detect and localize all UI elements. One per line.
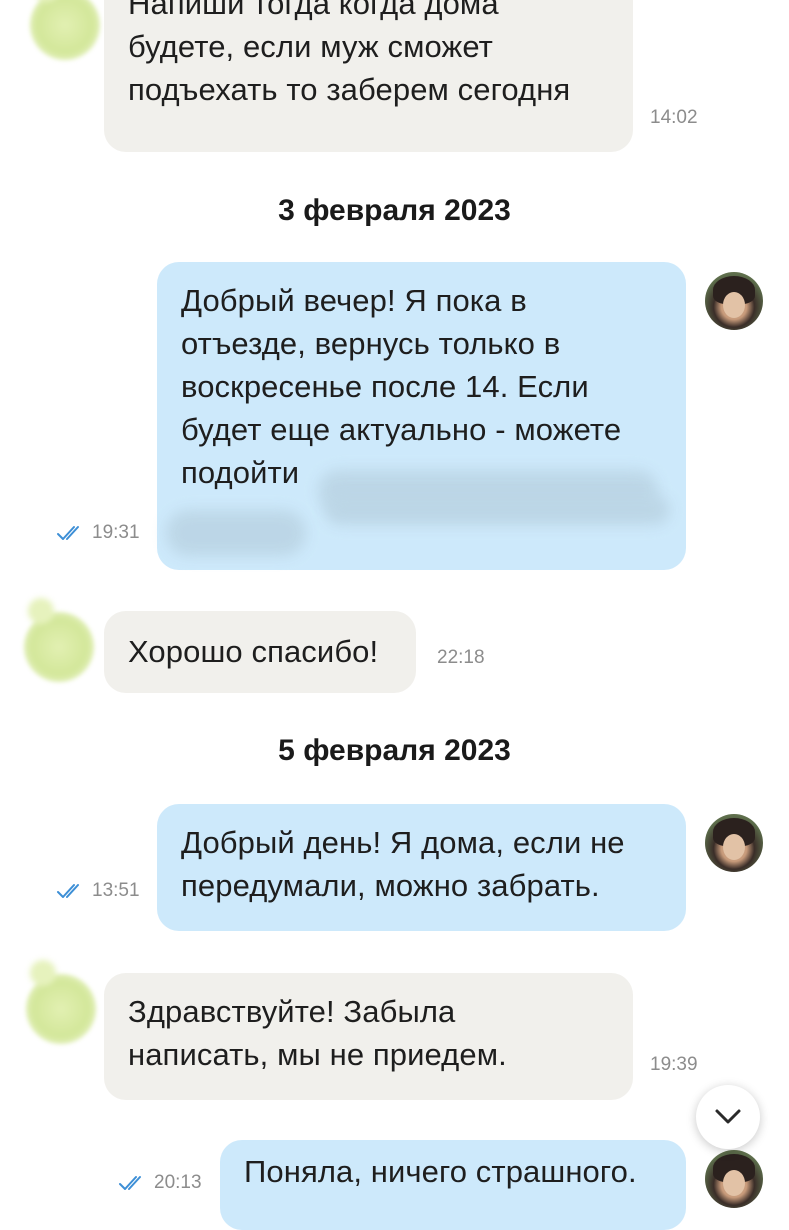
message-text: Напиши тогда когда дома будете, если муж … <box>128 0 570 111</box>
message-line: Добрый вечер! Я пока в <box>181 283 527 318</box>
message-line: подъехать то заберем сегодня <box>128 72 571 107</box>
read-receipt-icon <box>57 526 79 540</box>
message-line: Хорошо спасибо! <box>128 634 379 669</box>
message-text: Хорошо спасибо! <box>128 630 378 673</box>
avatar-face <box>723 834 745 860</box>
contact-avatar[interactable] <box>24 612 94 682</box>
chevron-down-icon <box>715 1109 741 1124</box>
message-line: воскресенье после 14. Если <box>181 369 589 404</box>
message-time: 19:39 <box>650 1054 698 1075</box>
message-status: 13:51 <box>56 880 140 902</box>
message-time: 13:51 <box>92 880 140 901</box>
message-text: Добрый вечер! Я пока в отъезде, вернусь т… <box>181 279 621 494</box>
own-avatar[interactable] <box>705 814 763 872</box>
message-line: будет еще актуально - можете <box>181 412 622 447</box>
message-text: Поняла, ничего страшного. <box>244 1150 637 1193</box>
read-receipt-icon <box>57 884 79 898</box>
avatar-face <box>723 292 745 318</box>
own-avatar[interactable] <box>705 272 763 330</box>
message-line: передумали, можно забрать. <box>181 868 600 903</box>
message-time: 19:31 <box>92 522 140 543</box>
contact-avatar[interactable] <box>26 974 96 1044</box>
message-line: отъезде, вернусь только в <box>181 326 561 361</box>
message-line: Поняла, ничего страшного. <box>244 1154 637 1189</box>
message-text: Здравствуйте! Забыла написать, мы не прие… <box>128 990 507 1076</box>
message-time: 20:13 <box>154 1172 202 1193</box>
message-time: 14:02 <box>650 107 698 128</box>
message-line: Здравствуйте! Забыла <box>128 994 456 1029</box>
message-line: будете, если муж сможет <box>128 29 493 64</box>
message-text: Добрый день! Я дома, если не передумали, … <box>181 821 625 907</box>
message-status: 19:31 <box>56 522 140 544</box>
message-time: 22:18 <box>437 647 485 668</box>
redacted-text <box>166 510 306 556</box>
scroll-to-bottom-button[interactable] <box>696 1085 760 1149</box>
contact-avatar[interactable] <box>30 0 100 60</box>
own-avatar[interactable] <box>705 1150 763 1208</box>
message-status: 20:13 <box>118 1172 202 1194</box>
date-separator: 5 февраля 2023 <box>278 734 511 767</box>
redacted-text <box>325 495 670 525</box>
chat-history: Напиши тогда когда дома будете, если муж … <box>0 0 789 1230</box>
date-separator: 3 февраля 2023 <box>278 194 511 227</box>
read-receipt-icon <box>119 1176 141 1190</box>
avatar-face <box>723 1170 745 1196</box>
message-line: написать, мы не приедем. <box>128 1037 507 1072</box>
message-line: Добрый день! Я дома, если не <box>181 825 625 860</box>
message-line: Напиши тогда когда дома <box>128 0 499 21</box>
